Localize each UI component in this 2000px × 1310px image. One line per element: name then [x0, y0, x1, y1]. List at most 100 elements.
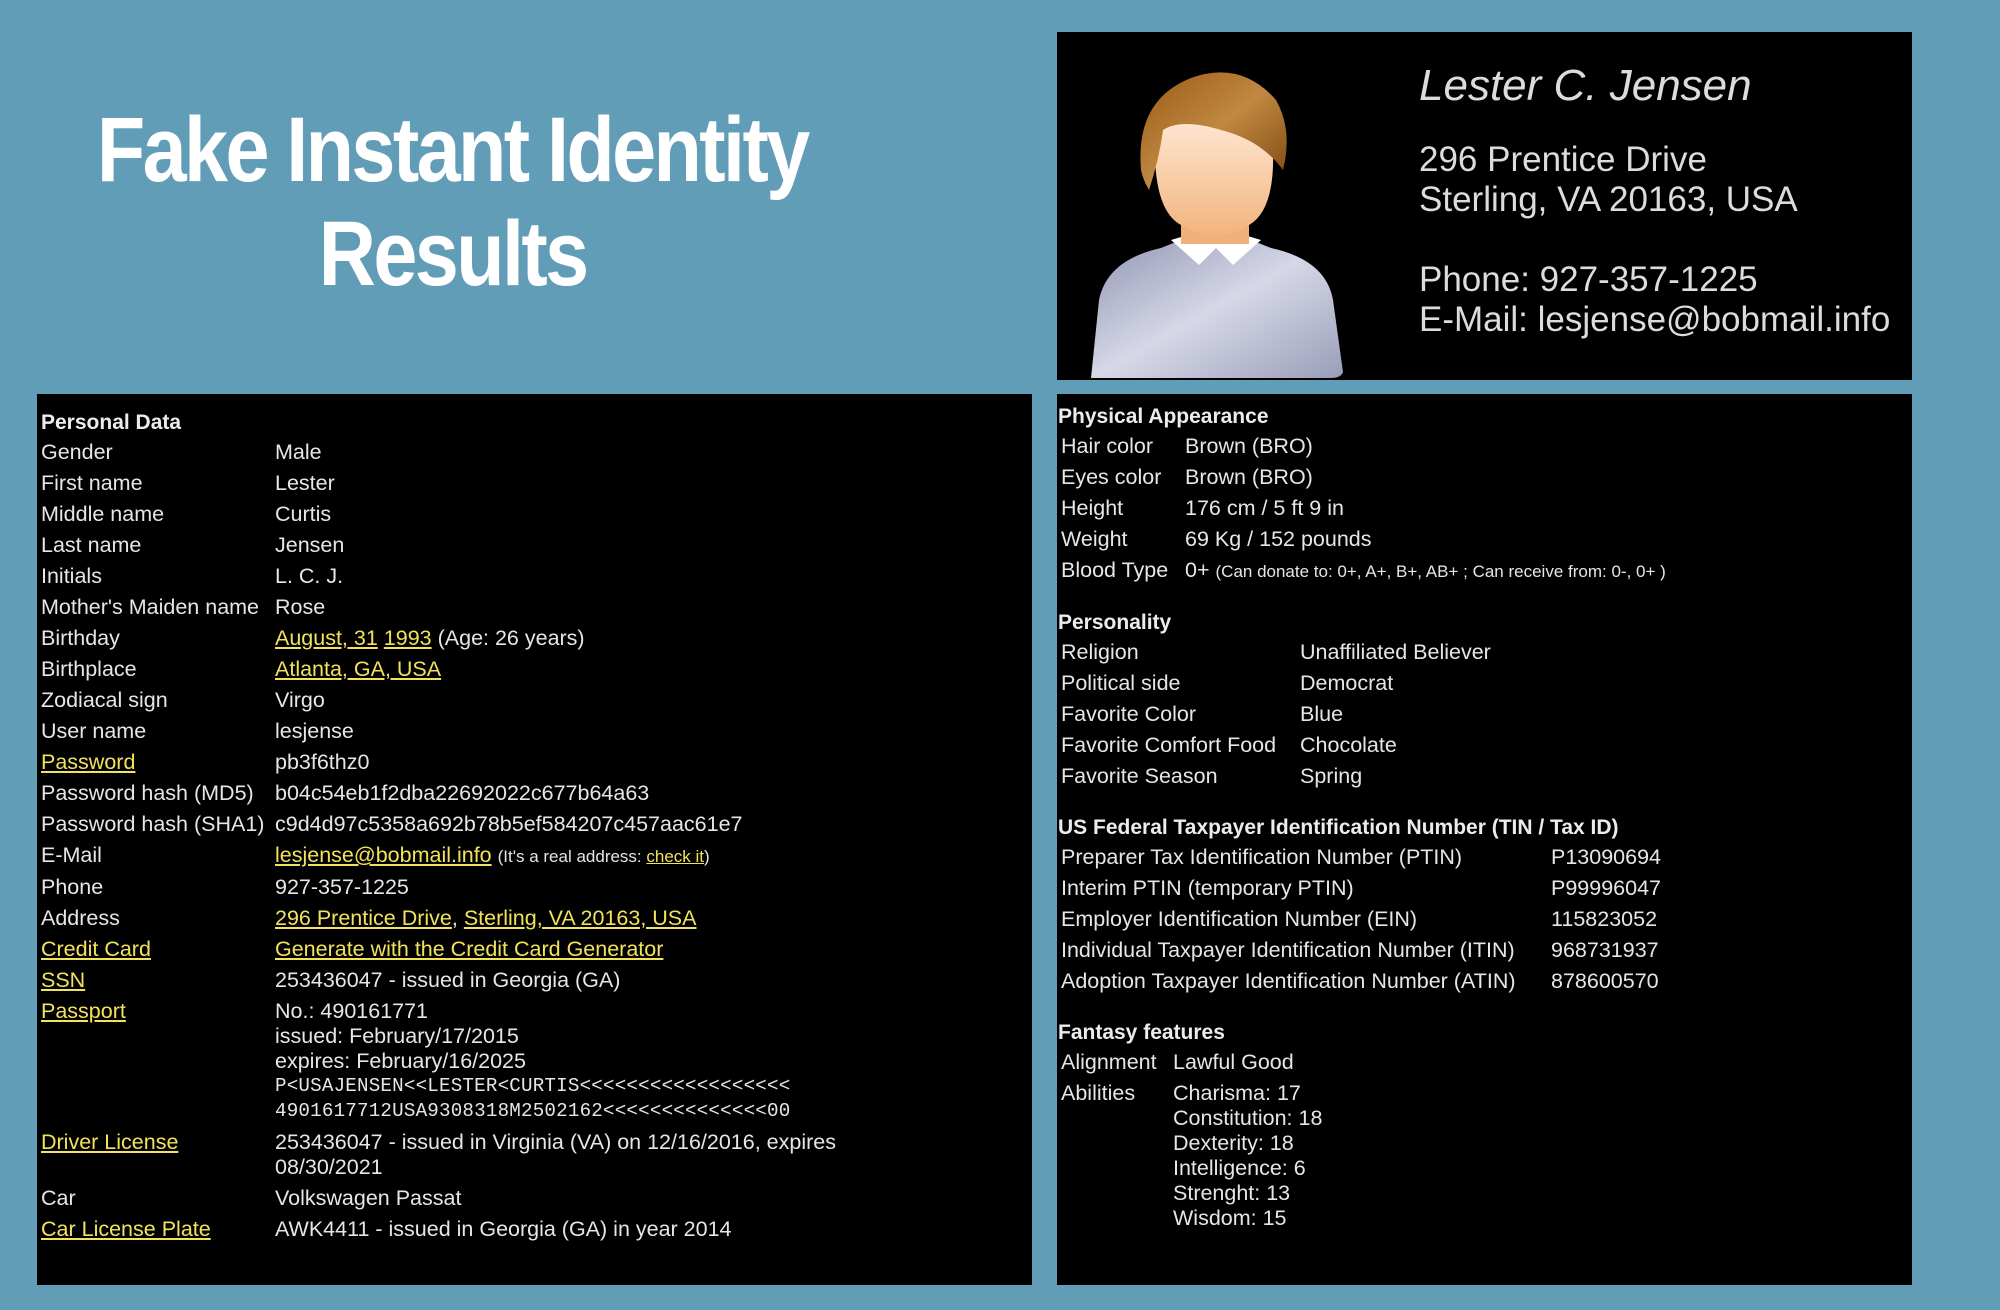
first-name-value: Lester: [275, 471, 335, 495]
card-name: Lester C. Jensen: [1419, 61, 1752, 110]
email-link[interactable]: lesjense@bobmail.info: [275, 843, 492, 867]
birthday-date-link[interactable]: August, 31: [275, 626, 378, 650]
tin-table: Preparer Tax Identification Number (PTIN…: [1057, 841, 1665, 998]
table-row: Favorite Color Blue: [1061, 700, 1491, 729]
row-value: P13090694: [1551, 845, 1661, 869]
table-row: Mother's Maiden name Rose: [41, 593, 875, 622]
zodiac-value: Virgo: [275, 688, 325, 712]
table-row: Password hash (MD5) b04c54eb1f2dba2269202…: [41, 779, 875, 808]
row-label: Car: [41, 1186, 76, 1210]
table-row: Phone 927-357-1225: [41, 873, 875, 902]
row-value: 0+ (Can donate to: 0+, A+, B+, AB+ ; Can…: [1185, 556, 1666, 586]
table-row: Height 176 cm / 5 ft 9 in: [1061, 494, 1666, 523]
row-value: Atlanta, GA, USA: [275, 655, 875, 684]
city-link[interactable]: Sterling, VA 20163, USA: [464, 906, 697, 930]
row-label: Driver License: [41, 1128, 271, 1182]
page-title: Fake Instant Identity Results: [0, 98, 905, 306]
row-value: 296 Prentice Drive, Sterling, VA 20163, …: [275, 906, 697, 930]
row-label: User name: [41, 719, 147, 743]
birthplace-link[interactable]: Atlanta, GA, USA: [275, 657, 441, 681]
birthday-year-link[interactable]: 1993: [384, 626, 432, 650]
row-label: Car License Plate: [41, 1215, 271, 1244]
row-label: Mother's Maiden name: [41, 595, 260, 619]
row-label: Gender: [41, 440, 113, 464]
password-value: pb3f6thz0: [275, 750, 370, 774]
row-value: August, 31 1993 (Age: 26 years): [275, 624, 875, 653]
row-label: Address: [41, 906, 120, 930]
ability-strength: Strenght: 13: [1173, 1181, 1291, 1205]
initials-value: L. C. J.: [275, 564, 344, 588]
table-row: Gender Male: [41, 438, 875, 467]
sha1-value: c9d4d97c5358a692b78b5ef584207c457aac61e7: [275, 812, 743, 836]
table-row: Birthplace Atlanta, GA, USA: [41, 655, 875, 684]
row-value: Democrat: [1300, 671, 1394, 695]
table-row: Favorite Comfort Food Chocolate: [1061, 731, 1491, 760]
table-row: Adoption Taxpayer Identification Number …: [1061, 967, 1661, 996]
physical-table: Hair color Brown (BRO) Eyes color Brown (B…: [1057, 430, 1670, 588]
check-email-link[interactable]: check it: [646, 847, 704, 866]
physical-heading: Physical Appearance: [1058, 405, 1269, 428]
row-value: 176 cm / 5 ft 9 in: [1185, 496, 1344, 520]
last-name-value: Jensen: [275, 533, 345, 557]
tin-heading: US Federal Taxpayer Identification Numbe…: [1058, 816, 1619, 839]
table-row: Zodiacal sign Virgo: [41, 686, 875, 715]
row-label: Birthplace: [41, 657, 137, 681]
row-label: E-Mail: [41, 843, 102, 867]
ssn-link[interactable]: SSN: [41, 968, 85, 992]
ability-constitution: Constitution: 18: [1173, 1106, 1323, 1130]
driver-license-link[interactable]: Driver License: [41, 1130, 178, 1154]
car-value: Volkswagen Passat: [275, 1186, 462, 1210]
table-row: Password pb3f6thz0: [41, 748, 875, 777]
row-value: 69 Kg / 152 pounds: [1185, 527, 1372, 551]
row-value: Blue: [1300, 702, 1344, 726]
table-row: Interim PTIN (temporary PTIN) P99996047: [1061, 874, 1661, 903]
ability-charisma: Charisma: 17: [1173, 1081, 1301, 1105]
details-panel: Physical Appearance Hair color Brown (BRO…: [1057, 394, 1912, 1285]
passport-mrz-line2: 4901617712USA9308318M2502162<<<<<<<<<<<<…: [275, 1100, 791, 1122]
credit-card-generator-link[interactable]: Generate with the Credit Card Generator: [275, 937, 663, 961]
row-value: P99996047: [1551, 876, 1661, 900]
table-row: Initials L. C. J.: [41, 562, 875, 591]
row-label: Passport: [41, 997, 271, 1126]
person-avatar-icon: [1091, 72, 1343, 378]
row-value: Charisma: 17 Constitution: 18 Dexterity:…: [1173, 1079, 1322, 1233]
table-row: Middle name Curtis: [41, 500, 875, 529]
table-row: Blood Type 0+ (Can donate to: 0+, A+, B+,…: [1061, 556, 1666, 586]
row-label: Zodiacal sign: [41, 688, 168, 712]
personal-data-heading: Personal Data: [41, 411, 182, 434]
row-label: Favorite Season: [1061, 764, 1218, 788]
table-row: Credit Card Generate with the Credit Card…: [41, 935, 875, 964]
row-label: Alignment: [1061, 1050, 1157, 1074]
table-row: Last name Jensen: [41, 531, 875, 560]
table-row: Abilities Charisma: 17 Constitution: 18 …: [1061, 1079, 1322, 1233]
ability-dexterity: Dexterity: 18: [1173, 1131, 1294, 1155]
credit-card-link[interactable]: Credit Card: [41, 937, 151, 961]
row-label: Blood Type: [1061, 558, 1169, 582]
personal-data-table: Gender Male First name Lester Middle name C…: [37, 436, 879, 1246]
table-row: Driver License 253436047 - issued in Virg…: [41, 1128, 875, 1182]
row-label: Interim PTIN (temporary PTIN): [1061, 876, 1354, 900]
row-label: Phone: [41, 875, 104, 899]
passport-issued: issued: February/17/2015: [275, 1024, 519, 1048]
row-label: Individual Taxpayer Identification Numbe…: [1061, 938, 1515, 962]
row-label: SSN: [41, 966, 271, 995]
password-link[interactable]: Password: [41, 750, 135, 774]
row-value: Brown (BRO): [1185, 434, 1313, 458]
passport-expires: expires: February/16/2025: [275, 1049, 526, 1073]
alignment-value: Lawful Good: [1173, 1050, 1294, 1074]
table-row: Hair color Brown (BRO): [1061, 432, 1666, 461]
personal-data-panel: Personal Data Gender Male First name Leste…: [37, 394, 1032, 1285]
ability-wisdom: Wisdom: 15: [1173, 1206, 1287, 1230]
street-link[interactable]: 296 Prentice Drive: [275, 906, 452, 930]
row-label: Last name: [41, 533, 142, 557]
car-license-plate-link[interactable]: Car License Plate: [41, 1217, 211, 1241]
plate-value: AWK4411 - issued in Georgia (GA) in year…: [275, 1217, 732, 1241]
md5-value: b04c54eb1f2dba22692022c677b64a63: [275, 781, 650, 805]
passport-link[interactable]: Passport: [41, 999, 126, 1023]
row-value: 878600570: [1551, 969, 1659, 993]
table-row: Political side Democrat: [1061, 669, 1491, 698]
ability-intelligence: Intelligence: 6: [1173, 1156, 1306, 1180]
row-label: Password: [41, 748, 271, 777]
table-row: Preparer Tax Identification Number (PTIN…: [1061, 843, 1661, 872]
personality-table: Religion Unaffiliated Believer Political …: [1057, 636, 1495, 793]
